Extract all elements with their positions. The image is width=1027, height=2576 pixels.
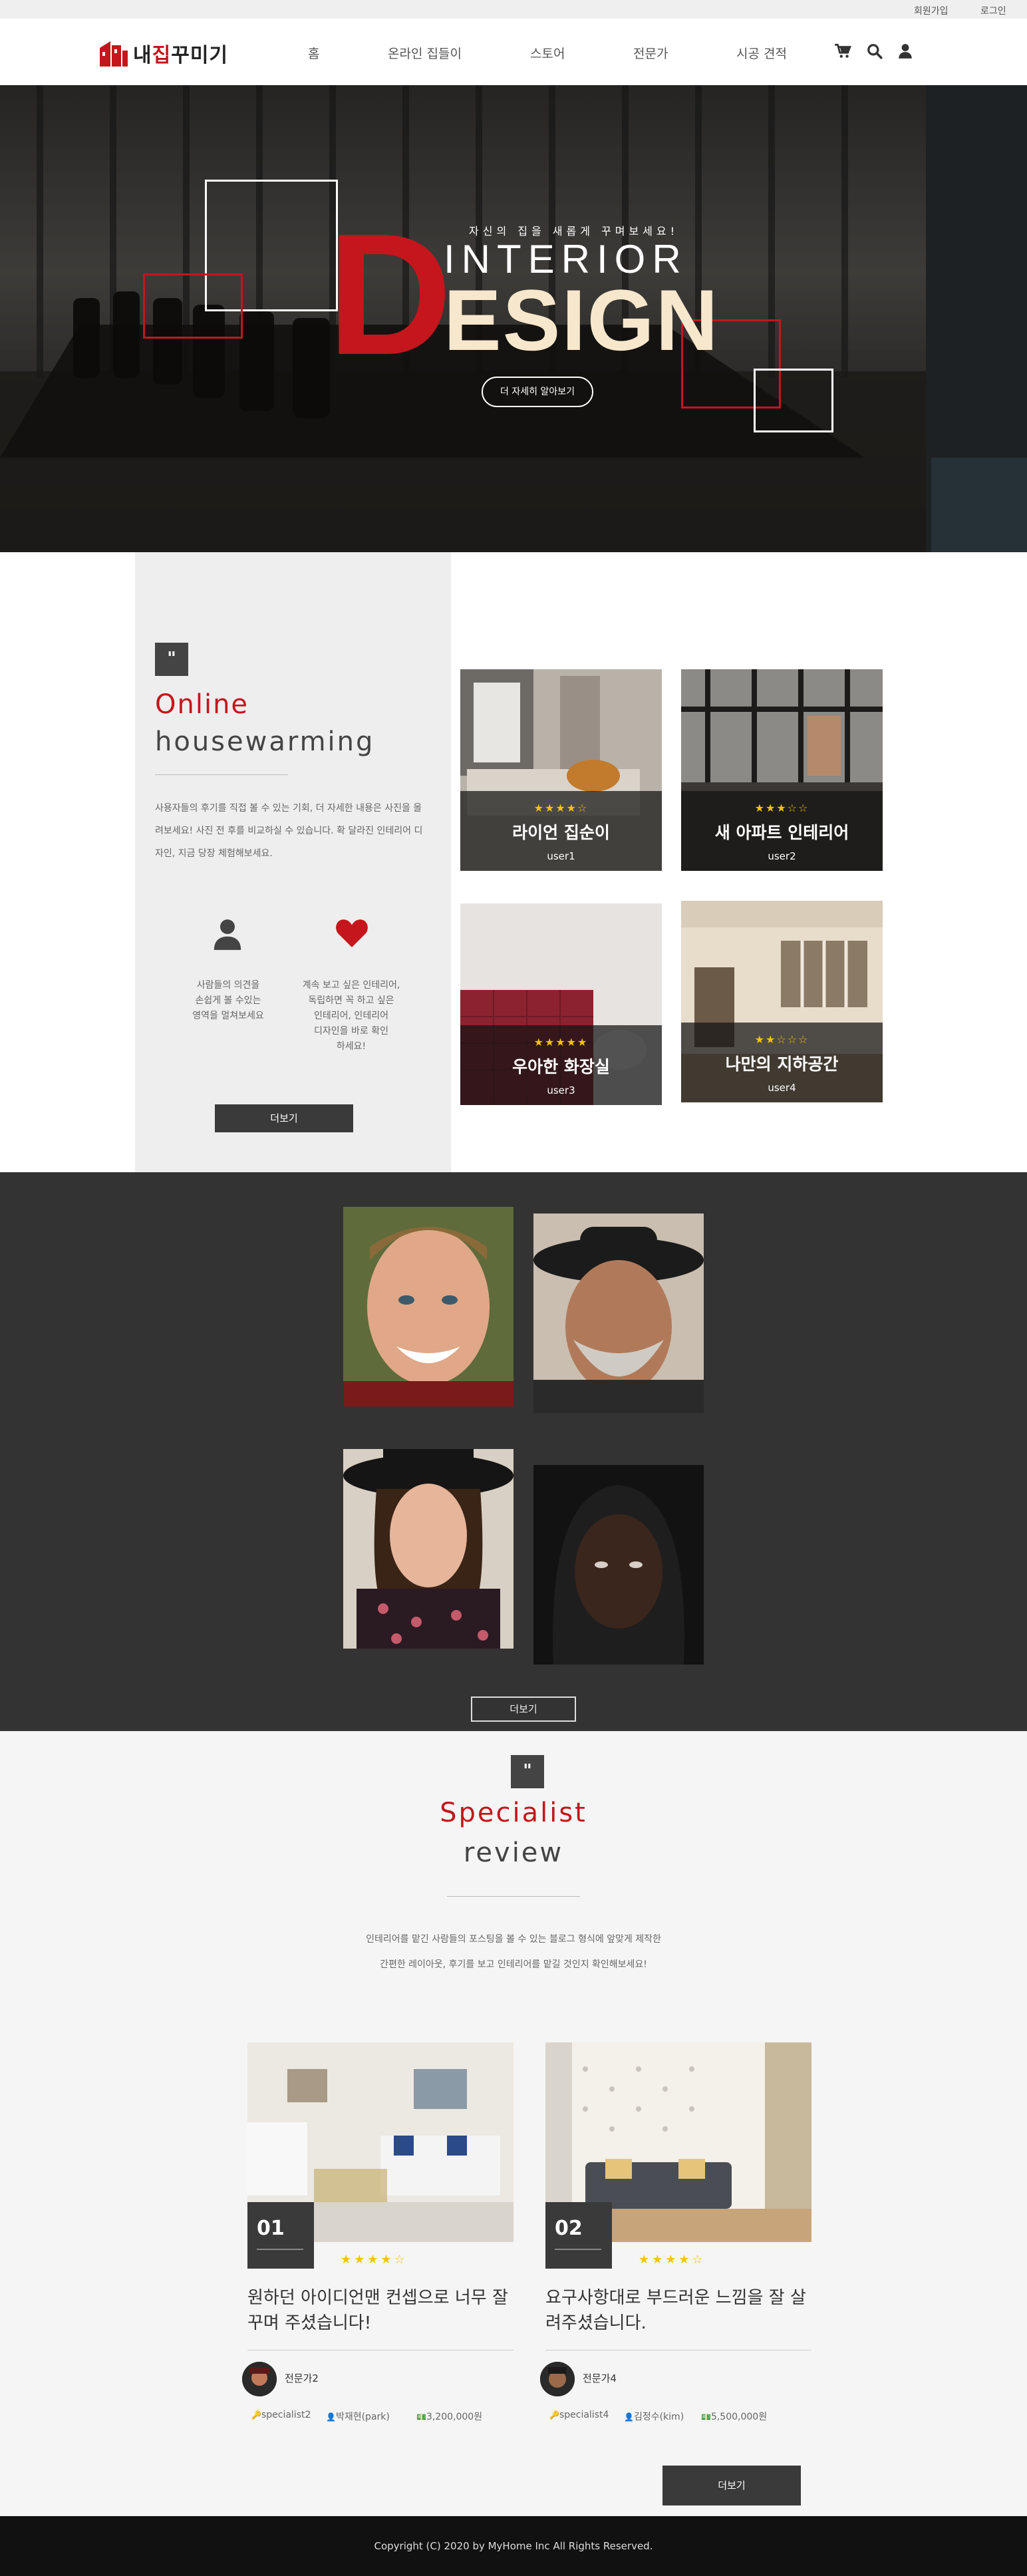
star-rating: ★★★★☆ xyxy=(639,2253,706,2267)
card-caption: ★★★★★ 우아한 화장실 user3 xyxy=(460,1025,662,1105)
housewarming-card[interactable]: ★★☆☆☆ 나만의 지하공간 user4 xyxy=(681,901,883,1102)
signup-link[interactable]: 회원가입 xyxy=(914,4,949,17)
feature-text-design: 계속 보고 싶은 인테리어, 독립하면 꼭 하고 싶은 인테리어, 인테리어 디… xyxy=(302,980,400,1052)
learn-more-button[interactable]: 더 자세히 알아보기 xyxy=(482,377,593,407)
card-user: user1 xyxy=(547,850,575,862)
person-photo-woman-hat xyxy=(343,1449,514,1649)
online-more-button[interactable]: 더보기 xyxy=(215,1104,353,1132)
star-rating: ★★★★☆ xyxy=(533,802,589,814)
card-user: user4 xyxy=(768,1082,796,1094)
card-title: 라이언 집순이 xyxy=(512,823,610,842)
user-icon xyxy=(214,919,241,950)
review-card[interactable]: 01 ★★★★☆ 원하던 아이디언맨 컨셉으로 너무 잘 꾸며 주셨습니다! 전… xyxy=(242,2042,514,2442)
housewarming-card[interactable]: ★★★★★ 우아한 화장실 user3 xyxy=(460,903,662,1105)
nav-online-housewarming[interactable]: 온라인 집들이 xyxy=(388,44,462,62)
cart-icon[interactable] xyxy=(834,43,851,60)
online-title-accent: Online xyxy=(155,689,249,720)
star-rating: ★★★☆☆ xyxy=(754,802,809,814)
housewarming-card[interactable]: ★★★☆☆ 새 아파트 인테리어 user2 xyxy=(681,669,883,871)
person-photo[interactable] xyxy=(533,1465,704,1665)
specialist-name: 전문가2 xyxy=(285,2372,319,2384)
housewarming-card[interactable]: ★★★★☆ 라이언 집순이 user1 xyxy=(460,669,662,871)
online-title-main: housewarming xyxy=(155,726,375,757)
person-photo[interactable] xyxy=(343,1449,514,1649)
specialist-id: 🔑specialist2 xyxy=(251,2410,311,2420)
card-caption: ★★☆☆☆ 나만의 지하공간 user4 xyxy=(681,1023,883,1102)
logo-text: 내집꾸미기 xyxy=(133,44,229,67)
card-user: user2 xyxy=(768,850,796,862)
hero-title-esign: ESIGN xyxy=(444,271,720,369)
hero-letter-d: D xyxy=(327,198,452,391)
heart-icon xyxy=(336,919,368,947)
house-logo-icon xyxy=(100,41,128,67)
specialist-more-button[interactable]: 더보기 xyxy=(662,2466,801,2505)
person-photo-hooded-man xyxy=(533,1465,704,1665)
nav-specialist[interactable]: 전문가 xyxy=(633,44,668,62)
person-photo[interactable] xyxy=(343,1207,514,1406)
price: 💵3,200,000원 xyxy=(416,2412,483,2422)
client-name: 👤김정수(kim) xyxy=(624,2412,684,2422)
specialist-description-line1: 인테리어를 맡긴 사람들의 포스팅을 볼 수 있는 블로그 형식에 앞맞게 제작… xyxy=(366,1934,661,1945)
site-header: 내집꾸미기 홈 온라인 집들이 스토어 전문가 시공 견적 xyxy=(0,19,1027,85)
review-number: 02 xyxy=(545,2202,612,2269)
star-rating: ★★☆☆☆ xyxy=(754,1033,809,1046)
avatar xyxy=(242,2362,277,2396)
hero-banner: 자신의 집을 새롭게 꾸며보세요! D INTERIOR ESIGN 더 자세히… xyxy=(0,85,1027,552)
people-gallery-section: 더보기 xyxy=(0,1172,1027,1731)
specialist-name: 전문가4 xyxy=(583,2372,617,2384)
card-title: 우아한 화장실 xyxy=(512,1057,610,1076)
site-footer: Copyright (C) 2020 by MyHome Inc All Rig… xyxy=(0,2516,1027,2576)
user-icon[interactable] xyxy=(897,43,914,60)
online-description: 사용자들의 후기를 직접 볼 수 있는 기회, 더 자세한 내용은 사진을 올려… xyxy=(155,803,423,859)
money-icon: 💵 xyxy=(416,2412,426,2422)
star-rating: ★★★★★ xyxy=(533,1036,589,1048)
deco-square-red xyxy=(143,273,243,339)
person-photo-smiling-man xyxy=(343,1207,514,1406)
search-icon[interactable] xyxy=(866,43,883,60)
review-card[interactable]: 02 ★★★★☆ 요구사항대로 부드러운 느낌을 잘 살려주셨습니다. 전문가4… xyxy=(540,2042,811,2442)
site-logo[interactable]: 내집꾸미기 xyxy=(98,39,228,68)
deco-square-white xyxy=(754,369,833,432)
online-intro-panel: " Online housewarming 사용자들의 후기를 직접 볼 수 있… xyxy=(135,552,451,1172)
nav-estimate[interactable]: 시공 견적 xyxy=(736,44,787,62)
card-user: user3 xyxy=(547,1084,575,1096)
review-title: 요구사항대로 부드러운 느낌을 잘 살려주셨습니다. xyxy=(545,2288,806,2333)
hero-tagline: 자신의 집을 새롭게 꾸며보세요! xyxy=(469,225,679,238)
key-icon: 🔑 xyxy=(251,2410,261,2420)
person-photo-cowboy xyxy=(533,1213,704,1413)
person-icon: 👤 xyxy=(624,2412,634,2422)
specialist-review-section: " Specialist review 인테리어를 맡긴 사람들의 포스팅을 볼… xyxy=(0,1731,1027,2516)
specialist-title-accent: Specialist xyxy=(440,1798,587,1828)
review-number: 01 xyxy=(247,2202,314,2269)
quote-badge: " xyxy=(511,1755,544,1788)
people-more-button[interactable]: 더보기 xyxy=(471,1696,576,1722)
specialist-description-line2: 간편한 레이아웃, 후기를 보고 인테리어를 맡길 것인지 확인해보세요! xyxy=(380,1959,647,1970)
nav-home[interactable]: 홈 xyxy=(308,44,319,62)
client-name: 👤박재현(park) xyxy=(326,2412,390,2422)
card-title: 나만의 지하공간 xyxy=(725,1054,839,1074)
star-rating: ★★★★☆ xyxy=(341,2253,408,2267)
card-caption: ★★★☆☆ 새 아파트 인테리어 user2 xyxy=(681,791,883,871)
top-utility-bar: 회원가입 로그인 xyxy=(0,0,1027,19)
specialist-title-main: review xyxy=(463,1838,564,1868)
review-title: 원하던 아이디언맨 컨셉으로 너무 잘 꾸며 주셨습니다! xyxy=(247,2288,508,2333)
divider xyxy=(447,1896,580,1897)
key-icon: 🔑 xyxy=(549,2410,559,2420)
quote-badge: " xyxy=(155,643,188,676)
feature-text-opinions: 사람들의 의견을 손쉽게 볼 수있는 영역을 멀쳐보세요 xyxy=(192,980,264,1021)
avatar xyxy=(540,2362,575,2396)
login-link[interactable]: 로그인 xyxy=(980,4,1006,17)
nav-store[interactable]: 스토어 xyxy=(530,44,565,62)
copyright-text: Copyright (C) 2020 by MyHome Inc All Rig… xyxy=(374,2540,653,2552)
divider xyxy=(155,774,288,775)
specialist-id: 🔑specialist4 xyxy=(549,2410,609,2420)
person-icon: 👤 xyxy=(326,2412,336,2422)
card-title: 새 아파트 인테리어 xyxy=(714,823,849,842)
price: 💵5,500,000원 xyxy=(701,2412,768,2422)
person-photo[interactable] xyxy=(533,1213,704,1413)
card-caption: ★★★★☆ 라이언 집순이 user1 xyxy=(460,791,662,871)
money-icon: 💵 xyxy=(701,2412,711,2422)
